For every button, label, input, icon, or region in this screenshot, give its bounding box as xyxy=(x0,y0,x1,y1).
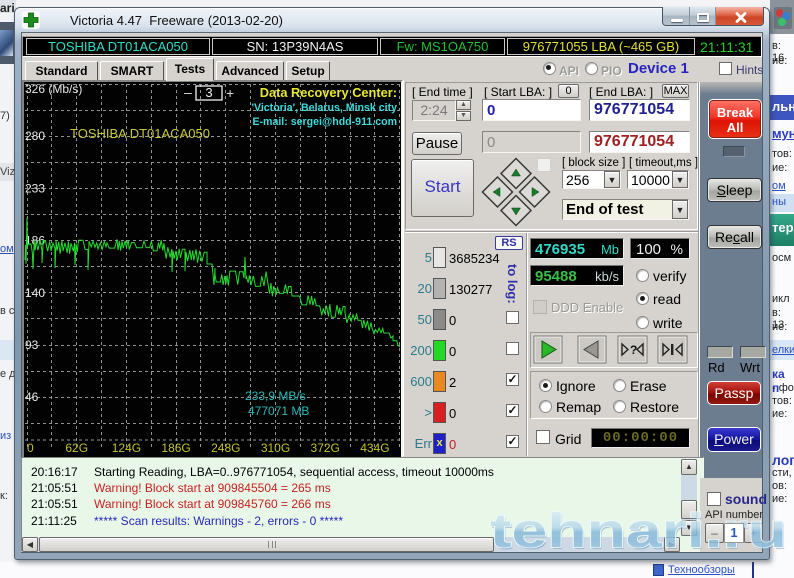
svg-text:233,9 MB/s: 233,9 MB/s xyxy=(245,389,306,403)
svg-text:?: ? xyxy=(630,343,637,357)
svg-text:93: 93 xyxy=(25,338,39,352)
svg-text:124G: 124G xyxy=(112,441,141,455)
svg-text:248G: 248G xyxy=(211,441,240,455)
svg-text:233: 233 xyxy=(25,181,45,195)
svg-text:46: 46 xyxy=(25,390,39,404)
svg-text:477071 MB: 477071 MB xyxy=(248,404,309,418)
svg-text:TOSHIBA DT01ACA050: TOSHIBA DT01ACA050 xyxy=(70,126,210,141)
svg-text:3: 3 xyxy=(205,85,212,100)
svg-text:'Victoria', Belarus, Minsk cit: 'Victoria', Belarus, Minsk city xyxy=(251,102,397,114)
svg-text:62G: 62G xyxy=(65,441,88,455)
svg-text:140: 140 xyxy=(25,286,45,300)
svg-text:326 (Mb/s): 326 (Mb/s) xyxy=(25,82,82,96)
svg-text:434G: 434G xyxy=(360,441,389,455)
svg-text:280: 280 xyxy=(25,129,45,143)
svg-text:0: 0 xyxy=(27,441,34,455)
svg-text:186G: 186G xyxy=(161,441,190,455)
svg-text:Data Recovery Center:: Data Recovery Center: xyxy=(260,85,397,100)
svg-text:310G: 310G xyxy=(261,441,290,455)
svg-text:+: + xyxy=(226,85,234,101)
svg-text:372G: 372G xyxy=(311,441,340,455)
svg-text:E-mail: sergei@hdd-911.com: E-mail: sergei@hdd-911.com xyxy=(252,116,397,128)
svg-text:–: – xyxy=(184,84,192,100)
